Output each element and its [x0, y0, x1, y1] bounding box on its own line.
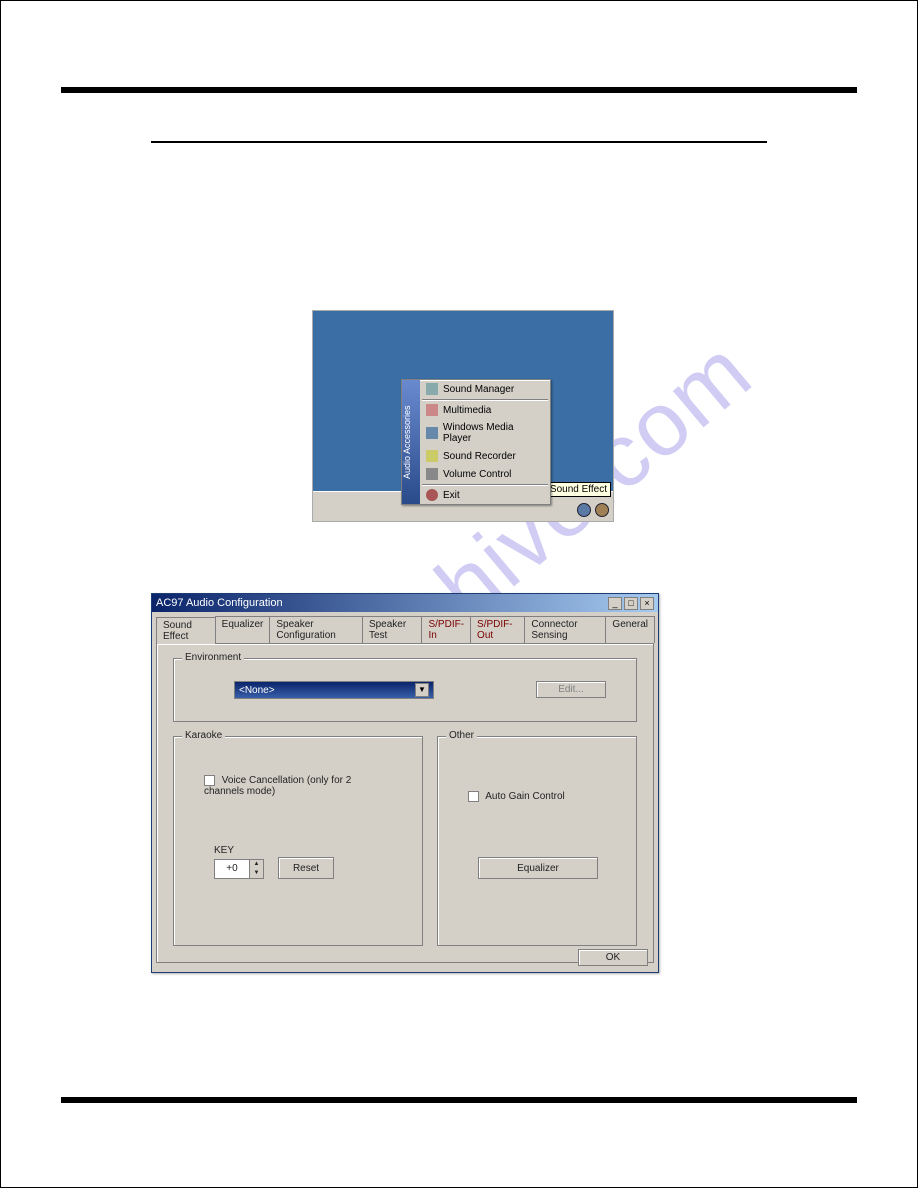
menu-sidebar-label: Audio Accessories [402, 380, 420, 504]
tab-sound-effect[interactable]: Sound Effect [156, 617, 216, 644]
ok-button[interactable]: OK [578, 949, 648, 966]
menu-separator [422, 399, 548, 400]
tab-spdif-in[interactable]: S/PDIF-In [421, 616, 471, 643]
tray-screenshot: Sound Effect Audio Accessories Sound Man… [313, 311, 613, 521]
tray-context-menu: Audio Accessories Sound Manager Multimed… [401, 379, 551, 505]
document-page: manualshive.com Sound Effect Audio Acces… [0, 0, 918, 1188]
tab-equalizer[interactable]: Equalizer [215, 616, 271, 643]
tab-panel: Environment <None> ▼ Edit... Karaoke Voi… [156, 643, 654, 963]
close-button[interactable]: × [640, 597, 654, 610]
header-rule-thin [151, 141, 767, 143]
equalizer-button[interactable]: Equalizer [478, 857, 598, 879]
volume-control-icon [426, 468, 438, 480]
multimedia-icon [426, 404, 438, 416]
tray-audio-icon[interactable] [577, 503, 591, 517]
group-environment-legend: Environment [182, 652, 244, 663]
group-environment: Environment <None> ▼ Edit... [173, 658, 637, 722]
group-karaoke: Karaoke Voice Cancellation (only for 2 c… [173, 736, 423, 946]
environment-selected-value: <None> [239, 685, 275, 696]
environment-select[interactable]: <None> ▼ [234, 681, 434, 699]
tray-tooltip: Sound Effect [546, 482, 611, 497]
tab-general[interactable]: General [605, 616, 655, 643]
spinner-up-icon[interactable]: ▲ [249, 860, 263, 869]
ac97-dialog: AC97 Audio Configuration _ □ × Sound Eff… [151, 593, 659, 973]
menu-item-label: Sound Recorder [443, 451, 516, 462]
header-rule-thick [61, 87, 857, 93]
maximize-button[interactable]: □ [624, 597, 638, 610]
menu-item-exit[interactable]: Exit [420, 486, 550, 504]
group-other: Other Auto Gain Control Equalizer [437, 736, 637, 946]
menu-item-label: Volume Control [443, 469, 511, 480]
chevron-down-icon: ▼ [415, 683, 429, 697]
menu-item-label: Multimedia [443, 405, 491, 416]
menu-item-multimedia[interactable]: Multimedia [420, 401, 550, 419]
titlebar-buttons: _ □ × [608, 597, 654, 610]
key-spinner[interactable]: +0 ▲ ▼ [214, 859, 264, 879]
tab-strip: Sound Effect Equalizer Speaker Configura… [152, 612, 658, 643]
key-value: +0 [215, 860, 249, 878]
edit-button[interactable]: Edit... [536, 681, 606, 698]
reset-button[interactable]: Reset [278, 857, 334, 879]
menu-item-label: Exit [443, 490, 460, 501]
agc-checkbox[interactable] [468, 791, 479, 802]
key-label: KEY [214, 845, 234, 856]
voice-cancel-label: Voice Cancellation (only for 2 channels … [204, 775, 351, 797]
tab-speaker-configuration[interactable]: Speaker Configuration [269, 616, 363, 643]
menu-item-wmp[interactable]: Windows Media Player [420, 419, 550, 447]
exit-icon [426, 489, 438, 501]
group-karaoke-legend: Karaoke [182, 730, 225, 741]
menu-item-sound-manager[interactable]: Sound Manager [420, 380, 550, 398]
menu-items: Sound Manager Multimedia Windows Media P… [420, 380, 550, 504]
spinner-arrows: ▲ ▼ [249, 860, 263, 878]
menu-item-sound-recorder[interactable]: Sound Recorder [420, 447, 550, 465]
tray-misc-icon[interactable] [595, 503, 609, 517]
menu-item-volume-control[interactable]: Volume Control [420, 465, 550, 483]
agc-row: Auto Gain Control [468, 791, 565, 802]
dialog-title: AC97 Audio Configuration [156, 597, 283, 609]
group-other-legend: Other [446, 730, 477, 741]
spinner-down-icon[interactable]: ▼ [249, 869, 263, 878]
tab-speaker-test[interactable]: Speaker Test [362, 616, 423, 643]
menu-separator [422, 484, 548, 485]
voice-cancel-row: Voice Cancellation (only for 2 channels … [204, 775, 384, 797]
sound-manager-icon [426, 383, 438, 395]
sound-recorder-icon [426, 450, 438, 462]
dialog-titlebar: AC97 Audio Configuration _ □ × [152, 594, 658, 612]
system-tray [577, 503, 609, 517]
menu-item-label: Sound Manager [443, 384, 514, 395]
minimize-button[interactable]: _ [608, 597, 622, 610]
voice-cancel-checkbox[interactable] [204, 775, 215, 786]
agc-label: Auto Gain Control [485, 791, 565, 802]
menu-item-label: Windows Media Player [443, 422, 544, 444]
tab-spdif-out[interactable]: S/PDIF-Out [470, 616, 525, 643]
footer-rule-thick [61, 1097, 857, 1103]
wmp-icon [426, 427, 438, 439]
tab-connector-sensing[interactable]: Connector Sensing [524, 616, 606, 643]
